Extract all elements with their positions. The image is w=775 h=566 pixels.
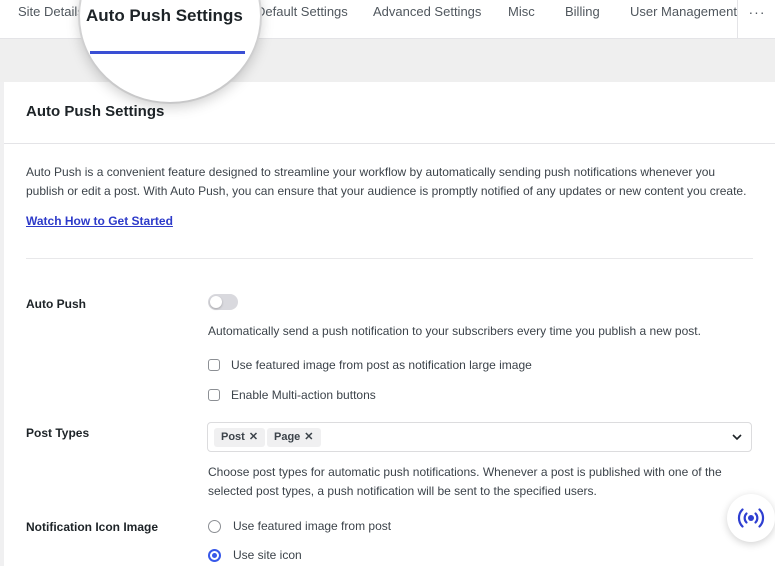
remove-post-icon[interactable]: ✕: [249, 431, 258, 443]
radio-site-icon-row[interactable]: Use site icon: [208, 547, 302, 563]
radio-featured-image-label: Use featured image from post: [233, 519, 392, 533]
more-tabs-button[interactable]: ···: [737, 0, 775, 38]
radio-featured-image-row[interactable]: Use featured image from post: [208, 518, 391, 534]
auto-push-label: Auto Push: [26, 297, 86, 311]
watch-get-started-link[interactable]: Watch How to Get Started: [26, 214, 173, 228]
section-divider: [26, 258, 753, 259]
chip-label: Post: [221, 431, 245, 443]
remove-page-icon[interactable]: ✕: [304, 431, 313, 443]
tab-auto-push-settings[interactable]: Auto Push Settings: [86, 6, 243, 26]
feature-description: Auto Push is a convenient feature design…: [26, 165, 747, 198]
tab-user-management[interactable]: User Management: [630, 0, 737, 24]
featured-image-large-checkbox-row[interactable]: Use featured image from post as notifica…: [208, 357, 532, 373]
active-tab-underline: [90, 51, 245, 54]
featured-image-large-label: Use featured image from post as notifica…: [231, 358, 532, 372]
broadcast-button[interactable]: [727, 494, 775, 542]
post-type-chip-page: Page ✕: [267, 428, 321, 447]
radio-site-icon-label: Use site icon: [233, 548, 302, 562]
tab-advanced-settings[interactable]: Advanced Settings: [373, 0, 481, 24]
card-title: Auto Push Settings: [26, 103, 165, 120]
toggle-knob: [210, 296, 222, 308]
radio-site-icon[interactable]: [208, 548, 221, 562]
notification-icon-label: Notification Icon Image: [26, 520, 159, 534]
multi-action-label: Enable Multi-action buttons: [231, 388, 376, 402]
tab-misc[interactable]: Misc: [508, 0, 535, 24]
tab-site-details[interactable]: Site Details: [18, 0, 84, 24]
post-type-chip-post: Post ✕: [214, 428, 266, 447]
multi-action-checkbox-row[interactable]: Enable Multi-action buttons: [208, 387, 376, 403]
multi-action-checkbox[interactable]: [208, 389, 220, 401]
broadcast-icon: [737, 508, 765, 528]
card-divider: [4, 143, 775, 144]
radio-featured-image[interactable]: [208, 519, 221, 533]
tab-default-settings[interactable]: Default Settings: [256, 0, 348, 24]
featured-image-large-checkbox[interactable]: [208, 359, 220, 371]
auto-push-help: Automatically send a push notification t…: [208, 324, 701, 338]
auto-push-toggle[interactable]: [208, 294, 238, 310]
post-types-label: Post Types: [26, 426, 90, 440]
post-types-help: Choose post types for automatic push not…: [208, 465, 722, 498]
auto-push-settings-card: Auto Push Settings Auto Push is a conven…: [4, 82, 775, 566]
chevron-down-icon[interactable]: [732, 432, 742, 442]
post-types-select[interactable]: Post ✕ Page ✕: [207, 422, 752, 452]
chip-label: Page: [274, 431, 301, 443]
tab-billing[interactable]: Billing: [565, 0, 600, 24]
